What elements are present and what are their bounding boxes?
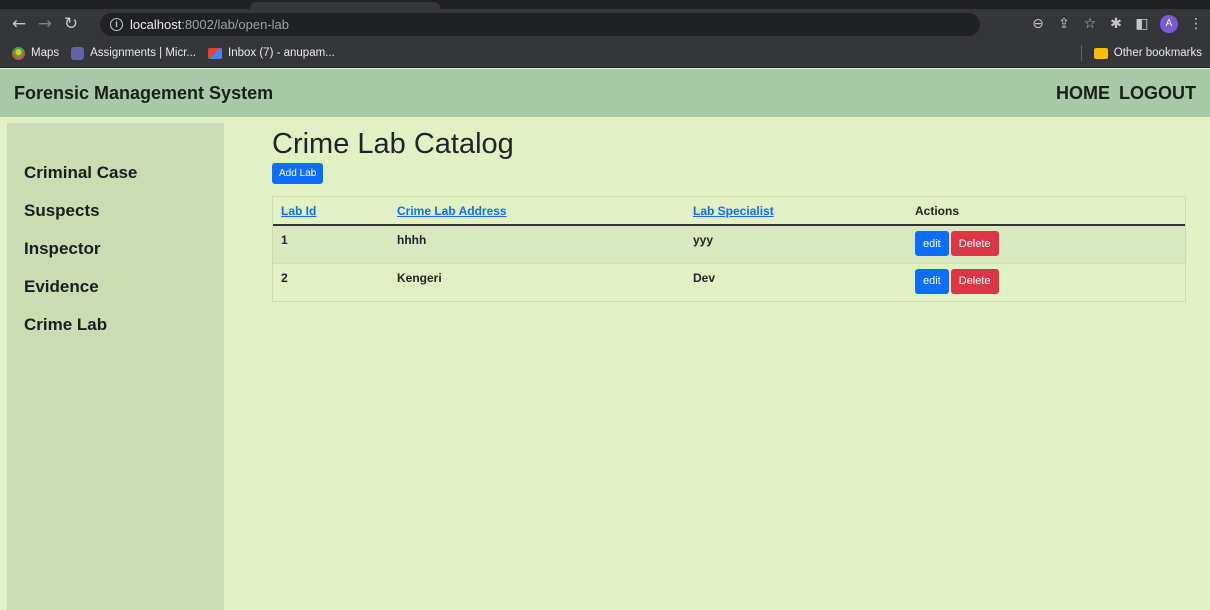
- zoom-icon[interactable]: ⊖: [1030, 16, 1046, 32]
- cell-actions: edit Delete: [907, 225, 1185, 263]
- edit-button[interactable]: edit: [915, 268, 949, 294]
- share-icon[interactable]: ⇪: [1056, 16, 1072, 32]
- browser-tab-strip: [0, 0, 1210, 9]
- star-icon[interactable]: ☆: [1082, 16, 1098, 32]
- sort-lab-id-link[interactable]: Lab Id: [281, 204, 316, 218]
- bookmark-inbox[interactable]: Inbox (7) - anupam...: [208, 47, 335, 59]
- bookmarks-bar: Maps Assignments | Micr... Inbox (7) - a…: [0, 39, 1210, 68]
- lab-table: Lab Id Crime Lab Address Lab Specialist …: [273, 197, 1185, 301]
- header-specialist: Lab Specialist: [685, 197, 907, 226]
- sidebar-item-evidence[interactable]: Evidence: [7, 275, 224, 313]
- gmail-icon: [208, 47, 223, 59]
- sidebar: Criminal Case Suspects Inspector Evidenc…: [7, 123, 224, 610]
- maps-pin-icon: [12, 46, 25, 60]
- browser-toolbar: ← → ↻ i localhost:8002/lab/open-lab ⊖ ⇪ …: [0, 9, 1210, 39]
- sidebar-item-suspects[interactable]: Suspects: [7, 199, 224, 237]
- sidebar-item-criminal-case[interactable]: Criminal Case: [7, 161, 224, 199]
- url-path: :8002/lab/open-lab: [181, 17, 290, 32]
- address-bar[interactable]: i localhost:8002/lab/open-lab: [100, 13, 980, 36]
- bookmark-divider: [1080, 45, 1082, 61]
- sort-address-link[interactable]: Crime Lab Address: [397, 204, 507, 218]
- bookmark-maps[interactable]: Maps: [12, 46, 60, 60]
- bookmark-label: Inbox (7) - anupam...: [228, 47, 335, 59]
- forward-arrow-icon[interactable]: →: [32, 14, 58, 34]
- profile-avatar[interactable]: A: [1160, 15, 1178, 33]
- url-host: localhost: [130, 17, 182, 32]
- bookmark-label: Assignments | Micr...: [90, 47, 197, 59]
- page-title: Crime Lab Catalog: [272, 128, 514, 160]
- browser-tab[interactable]: [250, 2, 440, 9]
- back-arrow-icon[interactable]: ←: [6, 14, 32, 34]
- other-bookmarks[interactable]: Other bookmarks: [1080, 45, 1202, 61]
- table-header-row: Lab Id Crime Lab Address Lab Specialist …: [273, 197, 1185, 226]
- header-actions: Actions: [907, 197, 1185, 226]
- main-content: Crime Lab Catalog Add Lab Lab Id Crime L…: [272, 126, 1187, 302]
- table-row: 1 hhhh yyy edit Delete: [273, 225, 1185, 263]
- edit-button[interactable]: edit: [915, 231, 949, 256]
- table-row: 2 Kengeri Dev edit Delete: [273, 262, 1185, 301]
- sidebar-item-inspector[interactable]: Inspector: [7, 237, 224, 275]
- cell-specialist: yyy: [685, 225, 907, 263]
- cell-actions: edit Delete: [907, 262, 1185, 301]
- bookmark-label: Maps: [31, 47, 60, 59]
- delete-button[interactable]: Delete: [950, 268, 999, 294]
- cell-specialist: Dev: [685, 262, 907, 301]
- lab-table-container: Lab Id Crime Lab Address Lab Specialist …: [272, 196, 1186, 302]
- reload-icon[interactable]: ↻: [58, 14, 84, 34]
- cell-address: hhhh: [389, 225, 685, 263]
- delete-button[interactable]: Delete: [950, 231, 999, 256]
- sort-specialist-link[interactable]: Lab Specialist: [693, 204, 774, 218]
- logout-link[interactable]: LOGOUT: [1119, 83, 1196, 104]
- menu-kebab-icon[interactable]: ⋮: [1188, 16, 1204, 32]
- extensions-icon[interactable]: ✱: [1108, 16, 1124, 32]
- home-link[interactable]: HOME: [1056, 83, 1110, 104]
- site-info-icon[interactable]: i: [110, 18, 123, 31]
- header-nav: HOME LOGOUT: [1056, 83, 1196, 104]
- other-bookmarks-label: Other bookmarks: [1113, 47, 1202, 59]
- cell-lab-id: 1: [273, 225, 389, 263]
- header-address: Crime Lab Address: [389, 197, 685, 226]
- app-header: Forensic Management System HOME LOGOUT: [0, 69, 1210, 117]
- brand-title: Forensic Management System: [14, 82, 274, 103]
- cell-address: Kengeri: [389, 262, 685, 301]
- sidebar-item-crime-lab[interactable]: Crime Lab: [7, 313, 224, 351]
- cell-lab-id: 2: [273, 262, 389, 301]
- side-panel-icon[interactable]: ◧: [1134, 16, 1150, 32]
- folder-icon: [1093, 47, 1108, 59]
- bookmark-assignments[interactable]: Assignments | Micr...: [71, 46, 197, 60]
- header-lab-id: Lab Id: [273, 197, 389, 226]
- add-lab-button[interactable]: Add Lab: [272, 163, 324, 184]
- teams-icon: [71, 46, 85, 60]
